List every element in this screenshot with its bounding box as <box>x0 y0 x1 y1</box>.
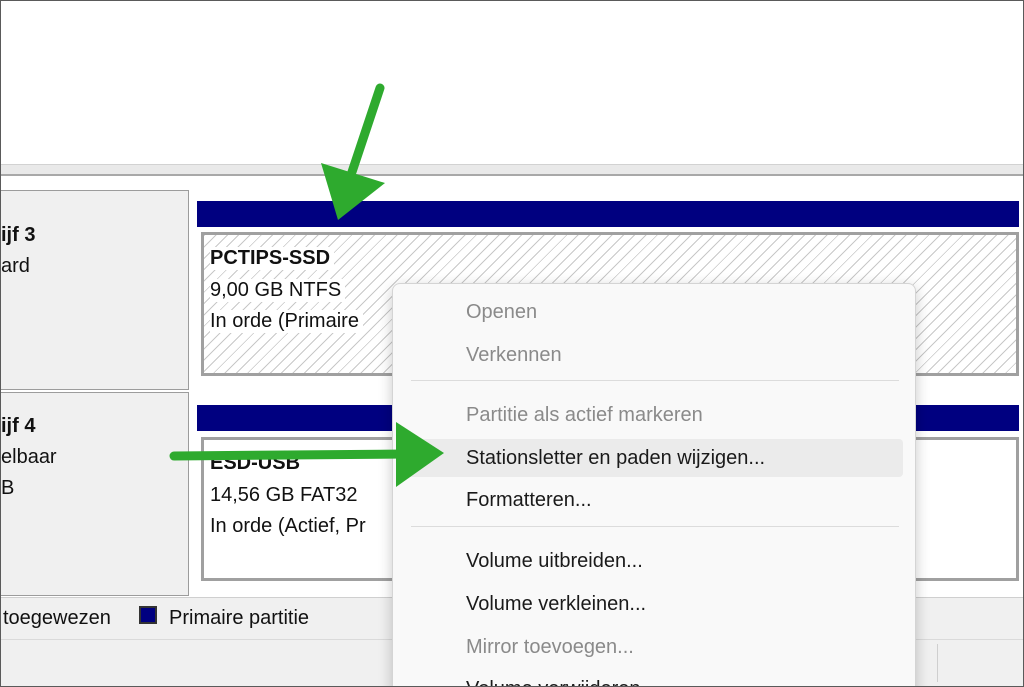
menu-item-change-drive-letter[interactable]: Stationsletter en paden wijzigen... <box>407 439 903 477</box>
disk-4-name: ijf 4 <box>1 415 36 437</box>
disk-3-type: ard <box>1 255 30 277</box>
legend-primary-label: Primaire partitie <box>169 607 310 629</box>
menu-item-explore: Verkennen <box>466 344 562 366</box>
menu-separator <box>411 380 899 381</box>
partition-label: ESD-USB <box>210 452 305 475</box>
menu-item-delete-volume[interactable]: Volume verwijderen... <box>407 670 903 686</box>
disk-management-window: ijf 3 ard PCTIPS-SSD 9,00 GB NTFS In ord… <box>0 0 1024 687</box>
partition-label: PCTIPS-SSD <box>210 247 335 270</box>
partition-context-menu: Openen Verkennen Partitie als actief mar… <box>392 283 916 686</box>
disk-4-type: elbaar <box>1 446 57 468</box>
status-separator <box>937 644 938 682</box>
pane-splitter[interactable] <box>1 164 1023 176</box>
menu-item-extend-volume[interactable]: Volume uitbreiden... <box>407 542 903 580</box>
menu-item-mark-active: Partitie als actief markeren <box>466 404 703 426</box>
partition-status: In orde (Primaire <box>210 310 363 333</box>
volume-list-pane <box>1 1 1023 164</box>
partition-size: 9,00 GB NTFS <box>210 279 346 302</box>
disk-3-name: ijf 3 <box>1 224 36 246</box>
menu-item-shrink-volume[interactable]: Volume verkleinen... <box>407 585 903 623</box>
partition-status: In orde (Actief, Pr <box>210 515 370 538</box>
disk-4-size: B <box>1 477 15 499</box>
disk-3-partition-header <box>197 201 1019 227</box>
legend-primary-swatch <box>139 606 157 624</box>
menu-item-format[interactable]: Formatteren... <box>407 481 903 519</box>
disk-3-info[interactable]: ijf 3 ard <box>1 190 189 390</box>
menu-separator <box>411 526 899 527</box>
disk-4-info[interactable]: ijf 4 elbaar B <box>1 392 189 596</box>
partition-size: 14,56 GB FAT32 <box>210 484 362 507</box>
menu-item-open: Openen <box>466 301 538 323</box>
legend-unallocated-label: toegewezen <box>3 607 111 629</box>
menu-item-add-mirror: Mirror toevoegen... <box>466 636 634 658</box>
